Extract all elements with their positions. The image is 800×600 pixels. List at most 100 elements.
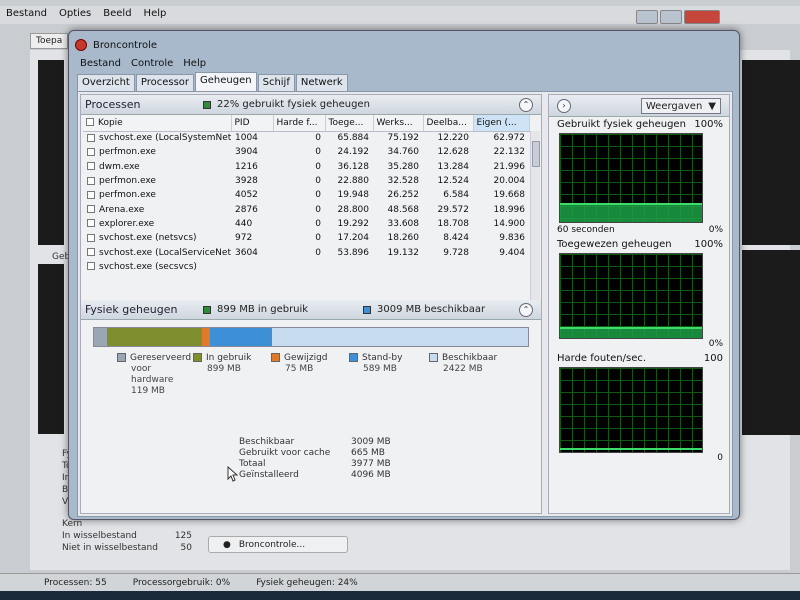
processes-section-header[interactable]: Processen 22% gebruikt fysiek geheugen ⌃	[81, 95, 541, 115]
process-name: explorer.exe	[99, 218, 155, 229]
hard-faults-cell: 0	[315, 190, 321, 201]
legend-reserved-label: Gereserveerd	[130, 353, 192, 363]
scrollbar-thumb[interactable]	[532, 141, 540, 167]
row-checkbox[interactable]	[87, 233, 95, 242]
hard-faults-cell	[273, 260, 325, 274]
private-cell: 19.668	[493, 190, 526, 201]
commit-cell: 19.292	[337, 218, 370, 229]
resource-monitor-button[interactable]: ● Broncontrole...	[208, 536, 348, 553]
row-checkbox[interactable]	[87, 262, 95, 271]
tab-geheugen[interactable]: Geheugen	[195, 72, 257, 91]
column-commit[interactable]: Toege...	[325, 115, 374, 132]
graph-commit	[559, 253, 703, 339]
row-checkbox[interactable]	[87, 248, 95, 257]
close-button[interactable]	[684, 10, 720, 24]
legend-free-value: 2422 MB	[443, 364, 483, 374]
column-private[interactable]: Eigen (...	[473, 115, 530, 132]
table-row[interactable]: svchost.exe (LocalSystemNet... 1004 0 65…	[83, 131, 529, 145]
summary-total-value: 3977 MB	[351, 459, 391, 469]
hard-faults-cell: 0	[315, 204, 321, 215]
rm-menu-controle[interactable]: Controle	[126, 57, 178, 73]
table-row[interactable]: svchost.exe (LocalServiceNet... 3604 0 5…	[83, 245, 529, 259]
tab-toepassingen[interactable]: Toepa	[30, 33, 69, 49]
process-name: svchost.exe (LocalServiceNet...	[99, 247, 231, 258]
menu-bestand[interactable]: Bestand	[0, 6, 53, 24]
in-use-badge: 899 MB in gebruik	[217, 304, 309, 315]
maximize-button[interactable]	[660, 10, 682, 24]
hard-faults-cell: 0	[315, 133, 321, 144]
column-image[interactable]: Kopie	[83, 115, 232, 132]
process-name: perfmon.exe	[99, 176, 156, 187]
process-name-cell: dwm.exe	[83, 160, 231, 174]
graph-used-memory-title: Gebruikt fysiek geheugen	[557, 119, 686, 130]
pid-cell: 1004	[235, 133, 258, 144]
row-checkbox[interactable]	[87, 133, 95, 142]
menu-opties[interactable]: Opties	[53, 6, 97, 24]
row-checkbox[interactable]	[87, 147, 95, 156]
tab-processor[interactable]: Processor	[135, 74, 195, 91]
views-dropdown[interactable]: Weergaven ▼	[640, 98, 721, 114]
table-row[interactable]: perfmon.exe 3928 0 22.880 32.528 12.524 …	[83, 174, 529, 188]
status-cpu: Processorgebruik: 0%	[132, 577, 231, 588]
row-checkbox[interactable]	[87, 219, 95, 228]
tab-schijf[interactable]: Schijf	[257, 74, 295, 91]
row-checkbox[interactable]	[87, 190, 95, 199]
hard-faults-cell: 0	[315, 176, 321, 187]
table-row[interactable]: Arena.exe 2876 0 28.800 48.568 29.572 18…	[83, 202, 529, 216]
memory-summary: Beschikbaar 3009 MB Gebruikt voor cache 66…	[239, 437, 391, 481]
legend-reserved-label-3: hardware	[131, 375, 174, 385]
column-working-set[interactable]: Werks...	[373, 115, 424, 132]
table-row[interactable]: dwm.exe 1216 0 36.128 35.280 13.284 21.9…	[83, 160, 529, 174]
physical-memory-section-header[interactable]: Fysiek geheugen 899 MB in gebruik 3009 M…	[81, 300, 541, 320]
column-shareable[interactable]: Deelba...	[423, 115, 474, 132]
menu-beeld[interactable]: Beeld	[97, 6, 137, 24]
window-title: Broncontrole	[93, 39, 158, 51]
kernel-paged-label: In wisselbestand	[62, 531, 137, 541]
table-row[interactable]: svchost.exe (netsvcs) 972 0 17.204 18.26…	[83, 231, 529, 245]
summary-available-label: Beschikbaar	[239, 437, 295, 447]
shareable-cell: 12.628	[437, 147, 470, 158]
collapse-processes-icon[interactable]: ⌃	[519, 98, 533, 112]
summary-total-label: Totaal	[239, 459, 266, 469]
row-checkbox[interactable]	[87, 176, 95, 185]
graph-used-memory-footer: 60 seconden 0%	[557, 225, 723, 235]
taskbar	[0, 591, 800, 600]
collapse-graphs-icon[interactable]: ›	[557, 99, 571, 113]
column-pid[interactable]: PID	[231, 115, 274, 132]
shareable-cell: 12.524	[437, 176, 470, 187]
rm-menu-help[interactable]: Help	[178, 57, 211, 73]
hard-faults-cell: 0	[315, 161, 321, 172]
resource-monitor-tabs: Overzicht Processor Geheugen Schijf Netw…	[77, 72, 348, 91]
pid-cell: 3604	[235, 247, 258, 258]
kernel-nonpaged-row: Niet in wisselbestand 50	[62, 543, 192, 553]
process-name-cell: perfmon.exe	[83, 145, 231, 159]
legend-modified-label: Gewijzigd	[284, 353, 328, 363]
table-row[interactable]: perfmon.exe 4052 0 19.948 26.252 6.584 1…	[83, 188, 529, 202]
minimize-button[interactable]	[636, 10, 658, 24]
tab-netwerk[interactable]: Netwerk	[295, 74, 348, 91]
column-hard-faults[interactable]: Harde f...	[273, 115, 326, 132]
table-row[interactable]: svchost.exe (secsvcs)	[83, 260, 529, 274]
legend-reserved-label-2: voor	[131, 364, 152, 374]
working-set-cell: 75.192	[387, 133, 420, 144]
processes-scrollbar[interactable]	[530, 131, 540, 303]
private-cell	[473, 260, 529, 274]
process-name: svchost.exe (secsvcs)	[99, 261, 197, 272]
rm-menu-bestand[interactable]: Bestand	[75, 57, 126, 73]
tab-overzicht[interactable]: Overzicht	[77, 74, 135, 91]
legend-standby-label: Stand-by	[362, 353, 403, 363]
menu-help[interactable]: Help	[138, 6, 173, 24]
task-manager-window-controls	[636, 10, 720, 24]
row-checkbox[interactable]	[87, 205, 95, 214]
table-row[interactable]: perfmon.exe 3904 0 24.192 34.760 12.628 …	[83, 145, 529, 159]
processes-title: Processen	[85, 98, 141, 111]
commit-cell: 17.204	[337, 233, 370, 244]
row-checkbox[interactable]	[87, 162, 95, 171]
commit-cell: 22.880	[337, 176, 370, 187]
resource-monitor-button-label: Broncontrole...	[238, 539, 306, 550]
resource-monitor-titlebar: Broncontrole	[75, 35, 157, 55]
select-all-checkbox[interactable]	[86, 118, 94, 127]
collapse-physical-memory-icon[interactable]: ⌃	[519, 303, 533, 317]
graph-hard-faults	[559, 367, 703, 453]
table-row[interactable]: explorer.exe 440 0 19.292 33.608 18.708 …	[83, 217, 529, 231]
